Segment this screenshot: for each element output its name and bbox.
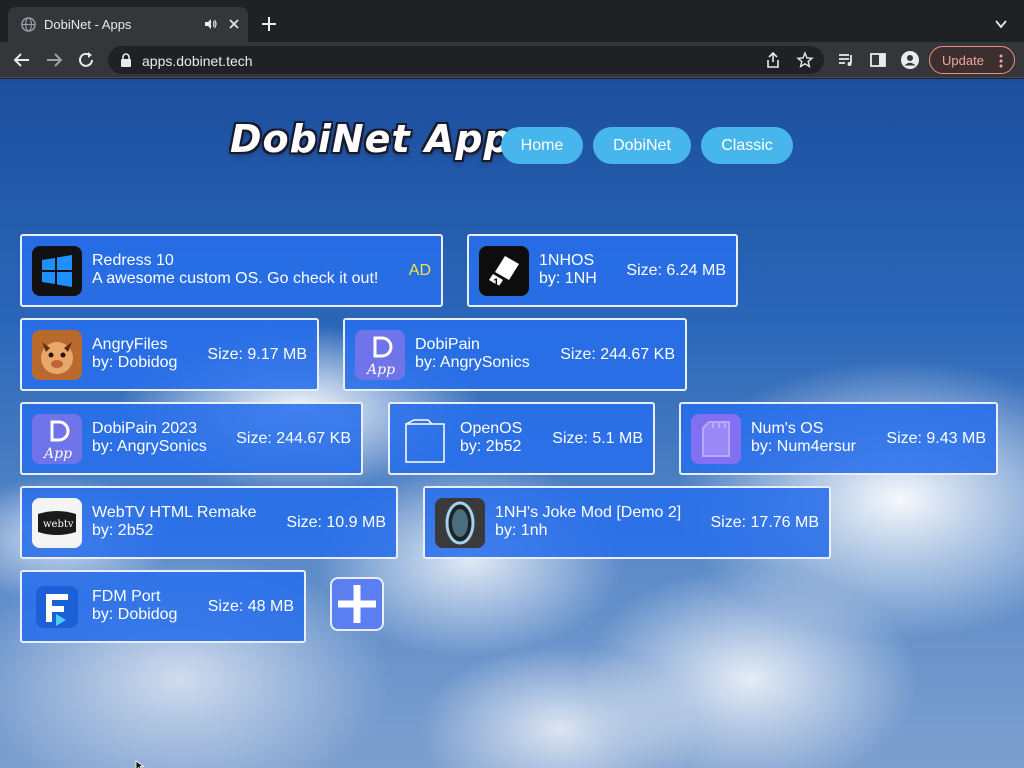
app-description: A awesome custom OS. Go check it out! bbox=[92, 270, 379, 287]
app-author: by: Dobidog bbox=[92, 354, 178, 371]
app-author: by: AngrySonics bbox=[415, 354, 530, 371]
app-name: Num's OS bbox=[751, 420, 824, 437]
app-card-dobipain-2023[interactable]: App DobiPain 2023 by: AngrySonics Size: … bbox=[20, 402, 363, 475]
portal-icon bbox=[435, 498, 485, 548]
profile-icon[interactable] bbox=[900, 50, 920, 70]
speaker-icon[interactable] bbox=[204, 17, 218, 31]
app-author: by: 1nh bbox=[495, 522, 548, 539]
plus-icon[interactable] bbox=[260, 15, 278, 33]
star-icon[interactable] bbox=[796, 51, 814, 69]
app-author: by: 1NH bbox=[539, 270, 597, 287]
tab-title: DobiNet - Apps bbox=[44, 17, 132, 32]
app-name: FDM Port bbox=[92, 588, 161, 605]
app-card-nums-os[interactable]: Num's OS by: Num4ersur Size: 9.43 MB bbox=[679, 402, 998, 475]
svg-text:webtv: webtv bbox=[43, 519, 74, 530]
plus-icon bbox=[338, 585, 376, 623]
app-size: Size: 6.24 MB bbox=[626, 262, 726, 279]
app-name: DobiPain 2023 bbox=[92, 420, 197, 437]
app-name: Redress 10 bbox=[92, 252, 174, 269]
mouse-cursor-icon bbox=[135, 760, 145, 768]
update-label: Update bbox=[942, 53, 984, 68]
app-size: Size: 48 MB bbox=[207, 598, 294, 615]
svg-text:App: App bbox=[365, 362, 395, 378]
app-author: by: 2b52 bbox=[92, 522, 154, 539]
page-content: DobiNet Apps Home DobiNet Classic Redres… bbox=[0, 79, 1024, 768]
app-card-angryfiles[interactable]: AngryFiles by: Dobidog Size: 9.17 MB bbox=[20, 318, 319, 391]
site-logo[interactable]: DobiNet Apps bbox=[230, 117, 535, 161]
dobipain-icon: App bbox=[355, 330, 405, 380]
menu-dots-icon[interactable] bbox=[998, 53, 1004, 69]
app-card-openos[interactable]: OpenOS by: 2b52 Size: 5.1 MB bbox=[388, 402, 655, 475]
back-icon[interactable] bbox=[12, 50, 32, 70]
lock-icon[interactable] bbox=[120, 53, 132, 67]
app-name: DobiPain bbox=[415, 336, 480, 353]
chevron-down-icon[interactable] bbox=[994, 17, 1008, 31]
fdm-icon bbox=[32, 582, 82, 632]
webtv-icon: webtv bbox=[32, 498, 82, 548]
numsos-icon bbox=[691, 414, 741, 464]
app-author: by: 2b52 bbox=[460, 438, 522, 455]
openos-icon bbox=[400, 414, 450, 464]
app-card-1nhs-joke-mod[interactable]: 1NH's Joke Mod [Demo 2] by: 1nh Size: 17… bbox=[423, 486, 831, 559]
app-size: Size: 244.67 KB bbox=[560, 346, 675, 363]
url-text[interactable]: apps.dobinet.tech bbox=[142, 53, 253, 69]
app-card-fdm-port[interactable]: FDM Port by: Dobidog Size: 48 MB bbox=[20, 570, 306, 643]
app-size: Size: 9.17 MB bbox=[207, 346, 307, 363]
app-author: by: Num4ersur bbox=[751, 438, 856, 455]
sidebar-icon[interactable] bbox=[868, 50, 888, 70]
tab-strip: DobiNet - Apps bbox=[0, 0, 1024, 42]
address-bar[interactable]: apps.dobinet.tech bbox=[108, 46, 824, 74]
share-icon[interactable] bbox=[764, 51, 782, 69]
update-button[interactable]: Update bbox=[929, 46, 1015, 74]
1nhos-icon: 1 bbox=[479, 246, 529, 296]
media-icon[interactable] bbox=[836, 50, 856, 70]
app-card-redress-10[interactable]: Redress 10 A awesome custom OS. Go check… bbox=[20, 234, 443, 307]
app-author: by: AngrySonics bbox=[92, 438, 207, 455]
app-size: Size: 9.43 MB bbox=[886, 430, 986, 447]
nav-classic-button[interactable]: Classic bbox=[701, 127, 793, 164]
app-name: WebTV HTML Remake bbox=[92, 504, 257, 521]
angryfiles-icon bbox=[32, 330, 82, 380]
browser-toolbar: apps.dobinet.tech Update bbox=[0, 42, 1024, 78]
app-author: by: Dobidog bbox=[92, 606, 178, 623]
close-icon[interactable] bbox=[226, 16, 242, 32]
app-card-1nhos[interactable]: 1 1NHOS by: 1NH Size: 6.24 MB bbox=[467, 234, 738, 307]
app-size: Size: 17.76 MB bbox=[710, 514, 820, 531]
nav-home-button[interactable]: Home bbox=[501, 127, 583, 164]
svg-text:1: 1 bbox=[493, 277, 499, 289]
app-card-webtv-html-remake[interactable]: webtv WebTV HTML Remake by: 2b52 Size: 1… bbox=[20, 486, 398, 559]
windows-logo-icon bbox=[32, 246, 82, 296]
app-name: 1NH's Joke Mod [Demo 2] bbox=[495, 504, 682, 521]
app-card-dobipain[interactable]: App DobiPain by: AngrySonics Size: 244.6… bbox=[343, 318, 687, 391]
browser-tab[interactable]: DobiNet - Apps bbox=[8, 7, 248, 42]
reload-icon[interactable] bbox=[76, 50, 96, 70]
globe-icon bbox=[21, 17, 36, 32]
nav-dobinet-button[interactable]: DobiNet bbox=[593, 127, 691, 164]
app-name: AngryFiles bbox=[92, 336, 168, 353]
forward-icon[interactable] bbox=[44, 50, 64, 70]
app-name: 1NHOS bbox=[539, 252, 595, 269]
svg-text:App: App bbox=[42, 446, 72, 462]
app-name: OpenOS bbox=[460, 420, 523, 437]
app-size: Size: 244.67 KB bbox=[236, 430, 351, 447]
ad-badge: AD bbox=[408, 262, 431, 279]
dobipain-icon: App bbox=[32, 414, 82, 464]
app-size: Size: 5.1 MB bbox=[552, 430, 643, 447]
app-size: Size: 10.9 MB bbox=[286, 514, 386, 531]
add-app-button[interactable] bbox=[330, 577, 384, 631]
